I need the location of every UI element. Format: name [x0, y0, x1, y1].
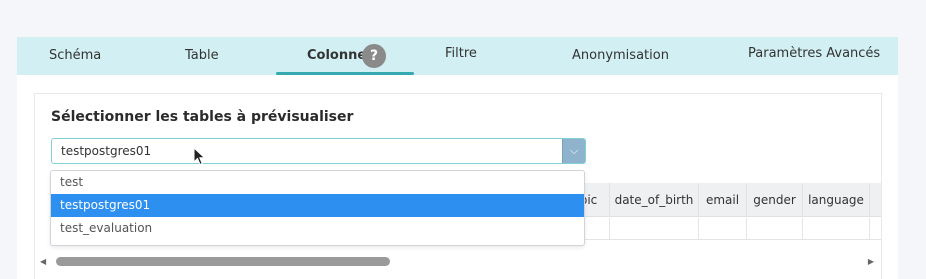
tab-anonymisation[interactable]: Anonymisation — [572, 37, 669, 75]
card-title: Sélectionner les tables à prévisualiser — [51, 109, 354, 125]
column-header[interactable]: gender — [747, 183, 803, 217]
tab-bar: Schéma Table Colonne ? Filtre Anonymisat… — [17, 37, 898, 75]
tab-filtre[interactable]: Filtre — [445, 35, 477, 73]
dropdown-option-selected[interactable]: testpostgres01 — [51, 194, 584, 217]
table-cell — [610, 218, 699, 240]
scroll-right-icon[interactable]: ▶ — [868, 257, 874, 266]
table-cell — [803, 218, 870, 240]
select-value: testpostgres01 — [61, 144, 152, 158]
chevron-down-icon[interactable]: ⌵ — [562, 139, 585, 163]
table-cell — [699, 218, 747, 240]
column-header[interactable]: language — [803, 183, 870, 217]
active-tab-indicator — [276, 72, 414, 75]
help-icon[interactable]: ? — [362, 44, 386, 68]
table-select-dropdown: test testpostgres01 test_evaluation — [50, 170, 585, 246]
dropdown-option[interactable]: test — [51, 171, 584, 194]
scroll-left-icon[interactable]: ◀ — [40, 257, 46, 266]
mouse-cursor-icon — [193, 147, 206, 166]
table-header: bic date_of_birth email gender language — [568, 183, 881, 217]
scrollbar-thumb[interactable] — [56, 257, 390, 266]
table-row — [568, 218, 881, 240]
preview-table: bic date_of_birth email gender language — [568, 183, 881, 240]
column-header[interactable]: email — [699, 183, 747, 217]
tab-table[interactable]: Table — [185, 37, 219, 75]
table-cell — [747, 218, 803, 240]
column-header[interactable]: date_of_birth — [610, 183, 699, 217]
horizontal-scrollbar[interactable]: ◀ ▶ — [36, 253, 878, 269]
tab-colonne[interactable]: Colonne — [307, 37, 366, 75]
tab-schema[interactable]: Schéma — [49, 37, 101, 75]
tab-parametres-avances[interactable]: Paramètres Avancés — [748, 35, 880, 73]
dropdown-option[interactable]: test_evaluation — [51, 217, 584, 240]
table-select[interactable]: testpostgres01 ⌵ — [51, 138, 586, 164]
